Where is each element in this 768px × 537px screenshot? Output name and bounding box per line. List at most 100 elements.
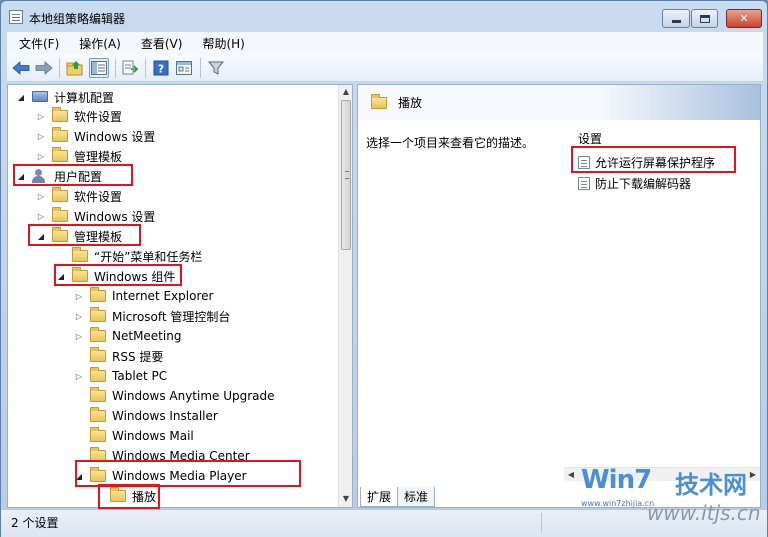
tree-node-media-player[interactable]: ◢ Windows Media Player (74, 466, 247, 486)
expand-arrow-icon[interactable]: ▷ (74, 292, 84, 301)
tree-node-anytime-upgrade[interactable]: Windows Anytime Upgrade (74, 386, 275, 406)
help-button[interactable]: ? (151, 58, 171, 78)
expand-arrow-icon[interactable]: ▷ (74, 372, 84, 381)
show-hide-tree-icon (91, 61, 107, 75)
folder-icon (72, 267, 88, 282)
tree-node-computer-config[interactable]: ◢ 计算机配置 (16, 87, 114, 107)
scroll-thumb[interactable] (341, 100, 351, 250)
tree-pane[interactable]: ◢ 计算机配置 ▷ 软件设置 ▷ Windows 设置 ▷ 管理模板 ◢ 用户配… (7, 84, 353, 508)
toolbar-separator (200, 58, 201, 78)
folder-icon (110, 487, 126, 502)
title-bar[interactable]: 本地组策略编辑器 ✕ (1, 1, 767, 31)
expand-arrow-icon[interactable]: ▷ (74, 332, 84, 341)
scroll-down-icon[interactable]: ▼ (339, 492, 352, 506)
tree-node-media-center[interactable]: Windows Media Center (74, 446, 250, 466)
collapse-arrow-icon[interactable]: ◢ (16, 172, 26, 181)
menu-help[interactable]: 帮助(H) (190, 35, 252, 52)
details-pane: 播放 选择一个项目来查看它的描述。 设置 允许运行屏幕保护程序 防止下载编解码器… (357, 84, 761, 508)
tree-node-label: Tablet PC (112, 369, 168, 383)
tree-node-start-menu-taskbar[interactable]: “开始”菜单和任务栏 (56, 246, 202, 266)
minimize-button[interactable] (662, 9, 690, 28)
show-hide-tree-button[interactable] (89, 58, 109, 78)
tree-node-software-settings[interactable]: ▷ 软件设置 (36, 106, 122, 126)
folder-icon (90, 467, 106, 482)
expand-arrow-icon[interactable]: ▷ (36, 112, 46, 121)
tree-node-user-config[interactable]: ◢ 用户配置 (16, 166, 102, 186)
collapse-arrow-icon[interactable]: ◢ (74, 472, 84, 481)
tree-node-admin-templates[interactable]: ▷ 管理模板 (36, 146, 122, 166)
tree-node-windows-installer[interactable]: Windows Installer (74, 406, 218, 426)
minimize-icon (671, 20, 681, 23)
setting-label: 允许运行屏幕保护程序 (595, 155, 716, 170)
export-list-icon (122, 60, 138, 75)
tree-node-label: Windows Mail (112, 429, 194, 443)
user-icon (32, 169, 48, 183)
tree-node-label: Microsoft 管理控制台 (112, 309, 231, 324)
forward-button[interactable] (34, 58, 54, 78)
folder-icon (371, 94, 387, 109)
view-tabs: 扩展 标准 (360, 487, 436, 507)
maximize-button[interactable] (691, 9, 718, 28)
expand-arrow-icon[interactable]: ▷ (36, 192, 46, 201)
tree-node-software-settings[interactable]: ▷ 软件设置 (36, 186, 122, 206)
collapse-arrow-icon[interactable]: ◢ (36, 232, 46, 241)
expand-arrow-icon[interactable]: ▷ (36, 212, 46, 221)
window-title: 本地组策略编辑器 (29, 12, 126, 26)
tab-standard[interactable]: 标准 (397, 487, 436, 507)
folder-icon (52, 187, 68, 202)
tree-node-netmeeting[interactable]: ▷ NetMeeting (74, 326, 181, 346)
tree-node-rss-feeds[interactable]: RSS 提要 (74, 346, 163, 366)
properties-button[interactable] (174, 58, 194, 78)
tree-node-label: 计算机配置 (54, 90, 115, 105)
app-window: 本地组策略编辑器 ✕ 文件(F) 操作(A) 查看(V) 帮助(H) ? ◢ 计… (0, 0, 768, 537)
tree-node-label: Internet Explorer (112, 289, 214, 303)
tree-node-label: “开始”菜单和任务栏 (94, 249, 203, 264)
tree-node-label: 软件设置 (74, 189, 123, 204)
tree-node-windows-settings[interactable]: ▷ Windows 设置 (36, 126, 155, 146)
menu-file[interactable]: 文件(F) (7, 35, 67, 52)
back-arrow-icon (12, 61, 30, 75)
settings-column-header[interactable]: 设置 (578, 130, 758, 150)
tree-node-tablet-pc[interactable]: ▷ Tablet PC (74, 366, 167, 386)
collapse-arrow-icon[interactable]: ◢ (56, 272, 66, 281)
scroll-right-icon[interactable]: ▶ (746, 468, 760, 482)
setting-allow-screensaver[interactable]: 允许运行屏幕保护程序 (578, 152, 715, 172)
maximize-icon (699, 14, 710, 23)
column-header-label: 设置 (578, 132, 603, 146)
tree-node-playback[interactable]: 播放 (94, 486, 156, 506)
tree-node-label: Windows Installer (112, 409, 218, 423)
tree-node-mmc[interactable]: ▷ Microsoft 管理控制台 (74, 306, 230, 326)
tree-node-admin-templates[interactable]: ◢ 管理模板 (36, 226, 122, 246)
filter-button[interactable] (206, 58, 226, 78)
folder-icon (52, 227, 68, 242)
export-list-button[interactable] (120, 58, 140, 78)
scroll-up-icon[interactable]: ▲ (339, 85, 352, 99)
up-one-level-button[interactable] (65, 58, 85, 78)
tree-node-windows-components[interactable]: ◢ Windows 组件 (56, 266, 175, 286)
back-button[interactable] (11, 58, 31, 78)
tab-extended[interactable]: 扩展 (360, 487, 399, 507)
menu-view[interactable]: 查看(V) (129, 35, 191, 52)
tree-node-label: 管理模板 (74, 149, 123, 164)
folder-icon (90, 447, 106, 462)
folder-icon (52, 147, 68, 162)
folder-icon (52, 107, 68, 122)
details-horizontal-scrollbar[interactable]: ◀ ▶ (564, 467, 760, 481)
expand-arrow-icon[interactable]: ▷ (36, 132, 46, 141)
expand-arrow-icon[interactable]: ▷ (74, 312, 84, 321)
tree-node-windows-settings[interactable]: ▷ Windows 设置 (36, 206, 155, 226)
tree-node-internet-explorer[interactable]: ▷ Internet Explorer (74, 286, 213, 306)
filter-icon (208, 61, 224, 75)
tree-vertical-scrollbar[interactable]: ▲ ▼ (338, 85, 352, 507)
menu-action[interactable]: 操作(A) (67, 35, 129, 52)
folder-icon (90, 367, 106, 382)
collapse-arrow-icon[interactable]: ◢ (16, 93, 26, 102)
status-separator (541, 513, 542, 533)
tree-node-windows-mail[interactable]: Windows Mail (74, 426, 194, 446)
scroll-left-icon[interactable]: ◀ (564, 468, 578, 482)
close-button[interactable]: ✕ (726, 9, 762, 28)
tree-node-label: Windows 设置 (74, 209, 156, 224)
setting-label: 防止下载编解码器 (595, 176, 692, 191)
expand-arrow-icon[interactable]: ▷ (36, 152, 46, 161)
setting-prevent-codec-download[interactable]: 防止下载编解码器 (578, 173, 691, 193)
